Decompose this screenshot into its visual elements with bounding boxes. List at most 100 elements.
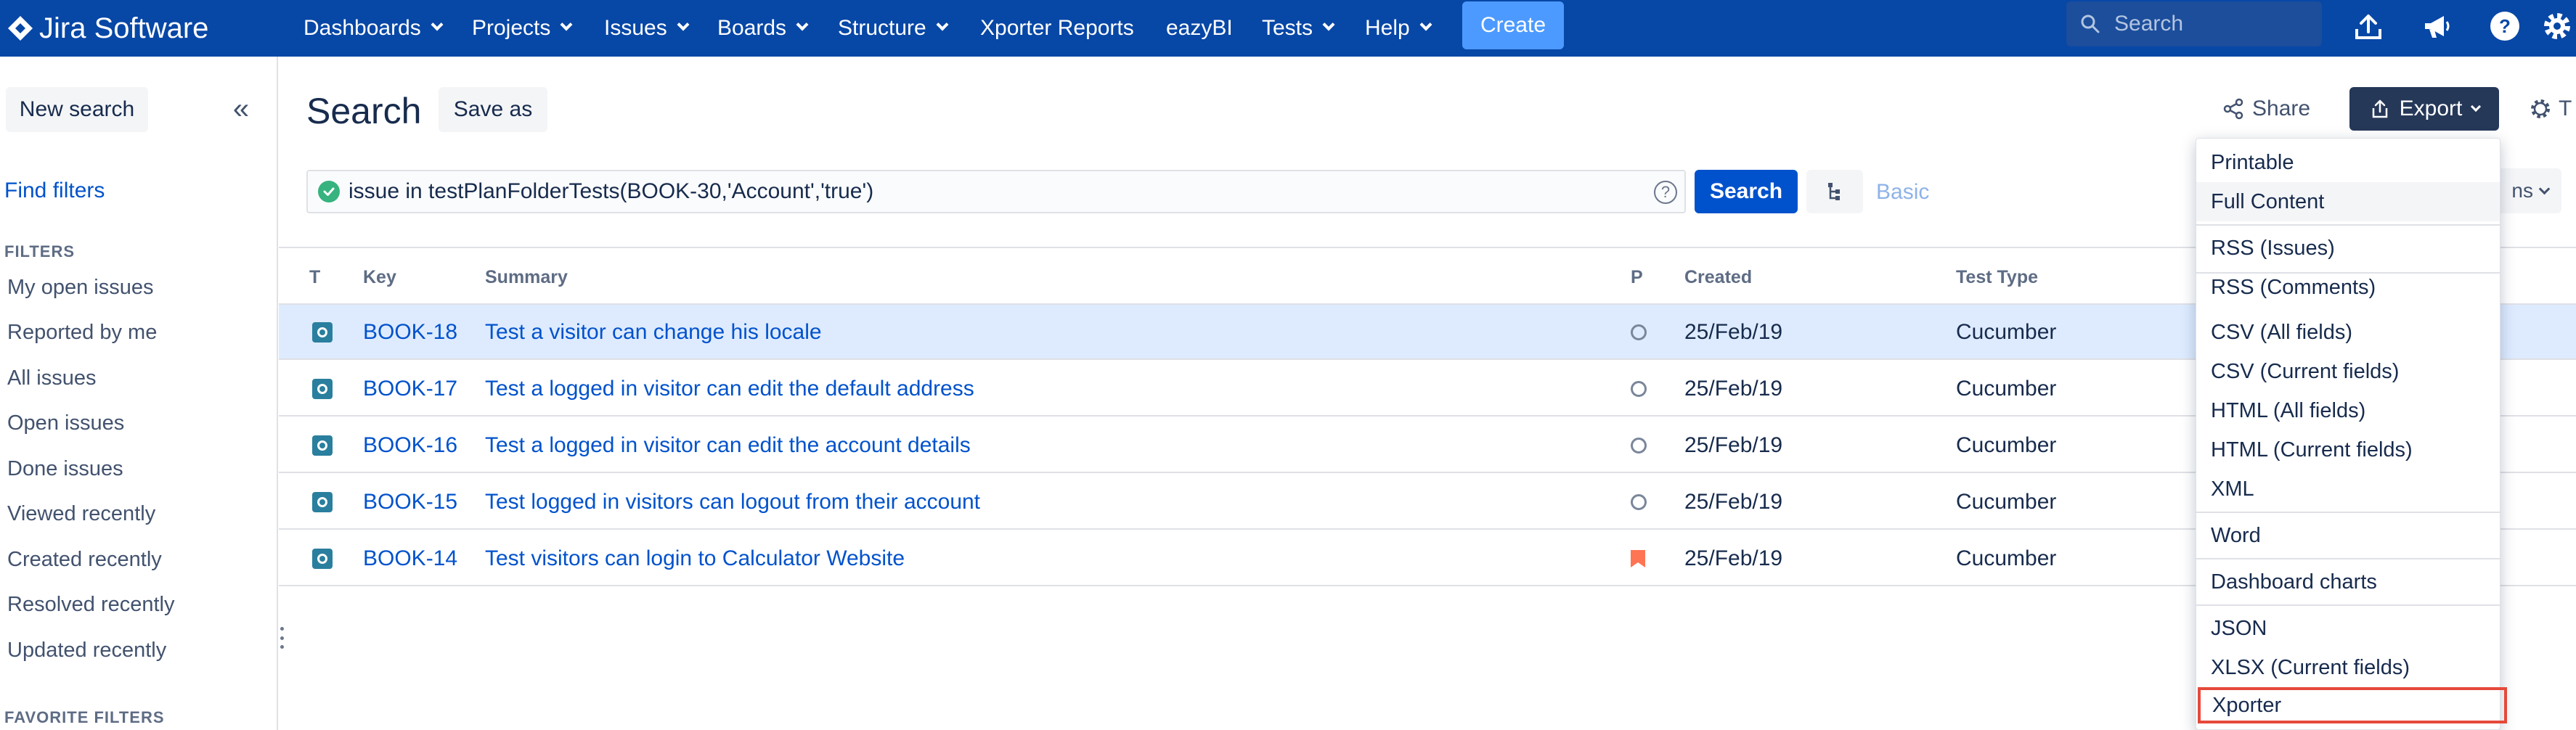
nav-issues[interactable]: Issues: [604, 7, 690, 49]
export-word[interactable]: Word: [2196, 516, 2500, 555]
filter-created-recently[interactable]: Created recently: [7, 548, 162, 572]
issue-summary-link[interactable]: Test a visitor can change his locale: [485, 305, 822, 360]
nav-xporter-reports[interactable]: Xporter Reports: [980, 7, 1134, 49]
column-header-summary[interactable]: Summary: [485, 267, 568, 288]
filter-reported-by-me[interactable]: Reported by me: [7, 321, 157, 345]
created-date: 25/Feb/19: [1684, 320, 1783, 344]
filters-heading: FILTERS: [4, 242, 76, 261]
nav-projects[interactable]: Projects: [472, 7, 573, 49]
chevron-down-icon: [2471, 101, 2482, 112]
filter-resolved-recently[interactable]: Resolved recently: [7, 593, 175, 617]
export-rss-comments[interactable]: RSS (Comments): [2196, 268, 2500, 307]
column-header-created[interactable]: Created: [1684, 267, 1752, 288]
chevron-down-icon: [677, 18, 690, 31]
menu-divider: [2196, 512, 2500, 513]
column-header-key[interactable]: Key: [363, 267, 396, 288]
help-icon-button[interactable]: ?: [2485, 6, 2525, 46]
jql-query-field[interactable]: ?: [306, 170, 1686, 213]
export-full-content[interactable]: Full Content: [2196, 182, 2500, 221]
nav-dashboards[interactable]: Dashboards: [303, 7, 444, 49]
issue-key-link[interactable]: BOOK-16: [363, 418, 457, 473]
upload-icon-button[interactable]: [2348, 6, 2389, 46]
export-html-all[interactable]: HTML (All fields): [2196, 391, 2500, 430]
jql-help-icon[interactable]: ?: [1654, 181, 1677, 204]
export-button[interactable]: Export: [2349, 87, 2499, 131]
search-button[interactable]: Search: [1695, 170, 1798, 213]
column-header-type[interactable]: T: [309, 267, 320, 288]
nav-issues-label: Issues: [604, 16, 667, 40]
find-filters-link[interactable]: Find filters: [4, 179, 105, 203]
megaphone-icon: [2425, 16, 2450, 38]
settings-icon-button[interactable]: [2537, 6, 2576, 46]
column-header-priority[interactable]: P: [1631, 267, 1643, 288]
svg-text:?: ?: [2499, 15, 2511, 37]
nav-dashboards-label: Dashboards: [303, 16, 421, 40]
structure-view-button[interactable]: [1806, 170, 1863, 213]
nav-structure[interactable]: Structure: [838, 7, 949, 49]
priority-circle-icon: [1631, 361, 1647, 417]
basic-search-link[interactable]: Basic: [1876, 180, 1929, 205]
created-date: 25/Feb/19: [1684, 433, 1783, 457]
global-search-input[interactable]: [2114, 12, 2318, 36]
export-rss-issues[interactable]: RSS (Issues): [2196, 229, 2500, 268]
jira-logo[interactable]: Jira Software: [6, 9, 208, 48]
brand-name: Jira Software: [39, 12, 209, 44]
create-button[interactable]: Create: [1462, 1, 1564, 49]
share-button[interactable]: Share: [2222, 89, 2310, 129]
issue-summary-link[interactable]: Test visitors can login to Calculator We…: [485, 531, 905, 586]
test-type: Cucumber: [1956, 490, 2057, 514]
filter-open-issues[interactable]: Open issues: [7, 411, 124, 435]
created-date: 25/Feb/19: [1684, 377, 1783, 401]
new-search-button[interactable]: New search: [6, 87, 148, 132]
export-csv-current[interactable]: CSV (Current fields): [2196, 352, 2500, 391]
priority-flag-icon: [1629, 531, 1647, 586]
filter-viewed-recently[interactable]: Viewed recently: [7, 502, 155, 526]
issue-key-link[interactable]: BOOK-14: [363, 531, 457, 586]
export-json[interactable]: JSON: [2196, 609, 2500, 648]
announcement-icon-button[interactable]: [2416, 6, 2457, 46]
issue-key-link[interactable]: BOOK-17: [363, 361, 457, 417]
sidebar-resize-handle[interactable]: [280, 627, 285, 649]
issue-summary-link[interactable]: Test a logged in visitor can edit the ac…: [485, 418, 971, 473]
filter-my-open-issues[interactable]: My open issues: [7, 276, 154, 300]
export-xml[interactable]: XML: [2196, 469, 2500, 509]
test-type: Cucumber: [1956, 433, 2057, 457]
tools-button[interactable]: T: [2528, 89, 2572, 129]
menu-divider: [2196, 558, 2500, 559]
collapse-sidebar-icon[interactable]: «: [227, 94, 256, 123]
export-dashboard-charts[interactable]: Dashboard charts: [2196, 562, 2500, 602]
nav-help[interactable]: Help: [1365, 7, 1432, 49]
global-search[interactable]: [2066, 1, 2322, 46]
created-date: 25/Feb/19: [1684, 546, 1783, 570]
nav-boards[interactable]: Boards: [717, 7, 809, 49]
export-csv-all[interactable]: CSV (All fields): [2196, 313, 2500, 352]
jira-diamond-icon: [8, 16, 33, 41]
jql-query-input[interactable]: [349, 179, 1626, 204]
columns-label: ns: [2511, 179, 2533, 202]
save-as-button[interactable]: Save as: [439, 87, 547, 132]
issue-key-link[interactable]: BOOK-15: [363, 475, 457, 530]
column-header-test-type[interactable]: Test Type: [1956, 267, 2038, 288]
share-label: Share: [2252, 97, 2311, 120]
export-xlsx-current[interactable]: XLSX (Current fields): [2196, 648, 2500, 687]
issue-key-link[interactable]: BOOK-18: [363, 305, 457, 360]
filter-updated-recently[interactable]: Updated recently: [7, 639, 166, 663]
export-dropdown-menu: Printable Full Content RSS (Issues) RSS …: [2196, 138, 2507, 730]
export-printable[interactable]: Printable: [2196, 143, 2500, 182]
favorite-filters-heading: FAVORITE FILTERS: [4, 708, 165, 726]
priority-circle-icon: [1631, 418, 1647, 473]
nav-eazybi-label: eazyBI: [1166, 16, 1233, 40]
filters-sidebar: New search « Find filters FILTERS My ope…: [0, 57, 278, 730]
filter-done-issues[interactable]: Done issues: [7, 457, 123, 481]
valid-query-check-icon: [318, 181, 340, 202]
export-xporter[interactable]: Xporter: [2198, 687, 2507, 723]
tools-label: T: [2559, 97, 2572, 120]
issue-summary-link[interactable]: Test logged in visitors can logout from …: [485, 475, 980, 530]
export-html-current[interactable]: HTML (Current fields): [2196, 430, 2500, 469]
nav-tests[interactable]: Tests: [1262, 7, 1335, 49]
test-issue-type-icon: [312, 418, 333, 473]
issue-summary-link[interactable]: Test a logged in visitor can edit the de…: [485, 361, 974, 417]
chevron-down-icon: [796, 18, 809, 31]
nav-eazybi[interactable]: eazyBI: [1166, 7, 1233, 49]
filter-all-issues[interactable]: All issues: [7, 366, 97, 390]
